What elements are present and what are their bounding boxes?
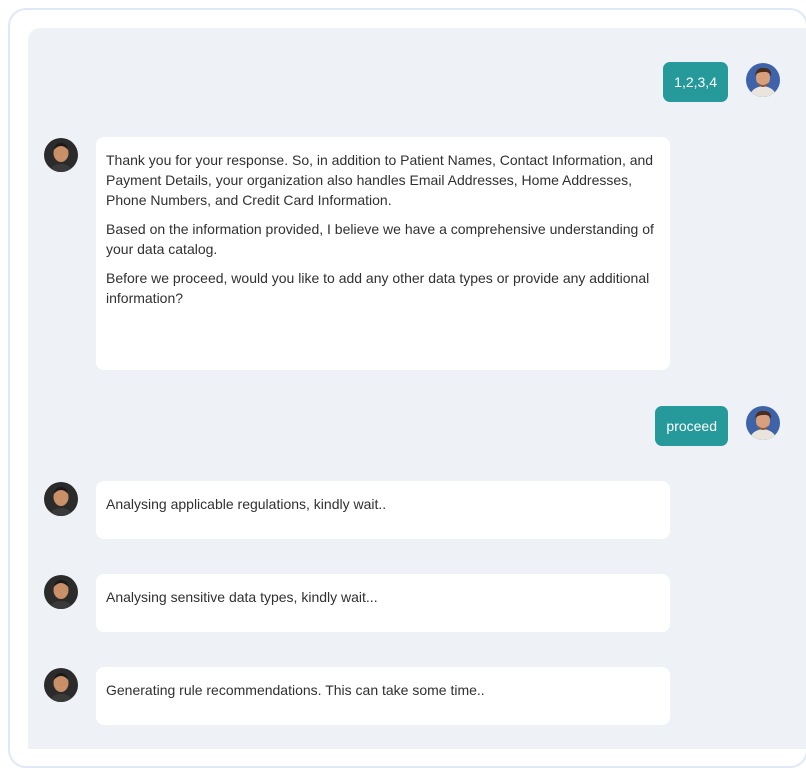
- bot-message-bubble: Analysing applicable regulations, kindly…: [96, 481, 670, 539]
- bot-message-paragraph: Based on the information provided, I bel…: [106, 221, 654, 257]
- bot-avatar-icon: [44, 668, 78, 702]
- user-message-bubble: proceed: [655, 406, 728, 446]
- bot-message-bubble: Analysing sensitive data types, kindly w…: [96, 574, 670, 632]
- bot-message-paragraph: Before we proceed, would you like to add…: [106, 270, 650, 306]
- chat-panel[interactable]: 1,2,3,4 Thank you for your response. So,…: [28, 28, 806, 749]
- user-avatar-icon: [746, 406, 780, 440]
- bot-message-paragraph: Analysing applicable regulations, kindly…: [106, 496, 387, 512]
- user-message-bubble: 1,2,3,4: [663, 62, 728, 102]
- bot-avatar-icon: [44, 138, 78, 172]
- bot-message-bubble: Generating rule recommendations. This ca…: [96, 667, 670, 725]
- user-avatar-icon: [746, 63, 780, 97]
- bot-message-paragraph: Generating rule recommendations. This ca…: [106, 682, 485, 698]
- bot-avatar-icon: [44, 575, 78, 609]
- bot-message-paragraph: Analysing sensitive data types, kindly w…: [106, 589, 378, 605]
- bot-message-bubble: Thank you for your response. So, in addi…: [96, 137, 670, 370]
- bot-message-paragraph: Thank you for your response. So, in addi…: [106, 152, 654, 208]
- bot-avatar-icon: [44, 482, 78, 516]
